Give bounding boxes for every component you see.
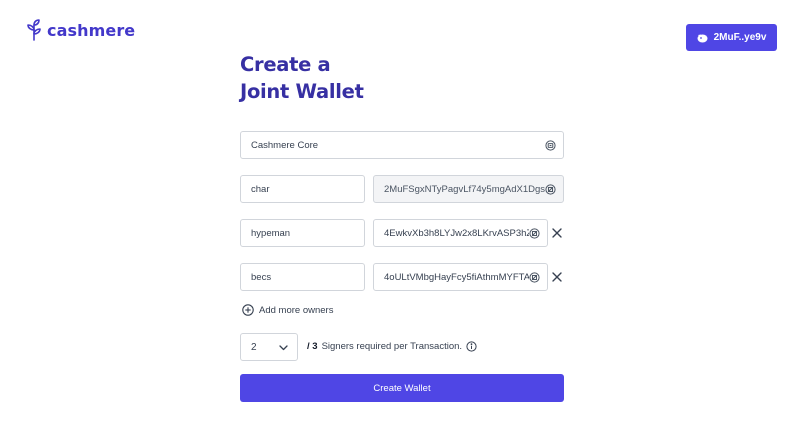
wallet-name-input[interactable]: Cashmere Core [240,131,564,159]
owner-address-value: 2MuFSgxNTyPagvLf74y5mgAdX1Dgso7Xye9v [384,183,553,195]
create-wallet-button[interactable]: Create Wallet [240,374,564,402]
owner-name-value: char [251,183,270,195]
owner-name-value: hypeman [251,227,291,239]
logo[interactable]: cashmere [25,19,135,41]
info-icon[interactable] [466,341,477,352]
threshold-total: / 3 [307,341,318,352]
app-window: cashmere 2MuF..ye9v Create a Joint Walle… [0,0,806,427]
qr-scan-icon[interactable] [545,184,556,195]
owner-address-input[interactable]: 4EwkvXb3h8LYJw2x8LKrvASP3hZyk [373,219,548,247]
close-icon[interactable] [551,227,563,239]
page-title: Create a Joint Wallet [240,52,364,105]
qr-scan-icon[interactable] [529,272,540,283]
wallet-avatar-icon [697,34,708,42]
chevron-down-icon [279,345,288,351]
close-icon[interactable] [551,271,563,283]
owner-name-input[interactable]: char [240,175,365,203]
owner-address-value: 4oULtVMbgHayFcy5fiAthmMYFTAU [384,271,537,283]
sprout-icon [27,19,41,41]
qr-scan-icon[interactable] [529,228,540,239]
owner-name-value: becs [251,271,272,283]
plus-circle-icon [242,304,254,316]
add-owner-label: Add more owners [259,304,334,316]
owner-address-input[interactable]: 4oULtVMbgHayFcy5fiAthmMYFTAU [373,263,548,291]
owner-name-input[interactable]: becs [240,263,365,291]
threshold-select[interactable]: 2 [240,333,298,361]
wallet-button[interactable]: 2MuF..ye9v [686,24,777,51]
threshold-value: 2 [251,341,257,353]
owner-address-value: 4EwkvXb3h8LYJw2x8LKrvASP3hZyk [384,227,537,239]
id-card-icon [545,140,556,151]
owner-address-input: 2MuFSgxNTyPagvLf74y5mgAdX1Dgso7Xye9v [373,175,564,203]
threshold-description: / 3 Signers required per Transaction. [307,341,477,352]
page-title-line1: Create a [240,53,331,76]
wallet-address-label: 2MuF..ye9v [713,32,767,43]
wallet-name-value: Cashmere Core [251,139,319,151]
page-title-line2: Joint Wallet [240,79,364,103]
logo-text: cashmere [47,20,136,40]
create-wallet-label: Create Wallet [373,382,431,394]
owner-name-input[interactable]: hypeman [240,219,365,247]
threshold-text: Signers required per Transaction. [321,341,463,352]
add-owner-button[interactable]: Add more owners [242,304,333,316]
